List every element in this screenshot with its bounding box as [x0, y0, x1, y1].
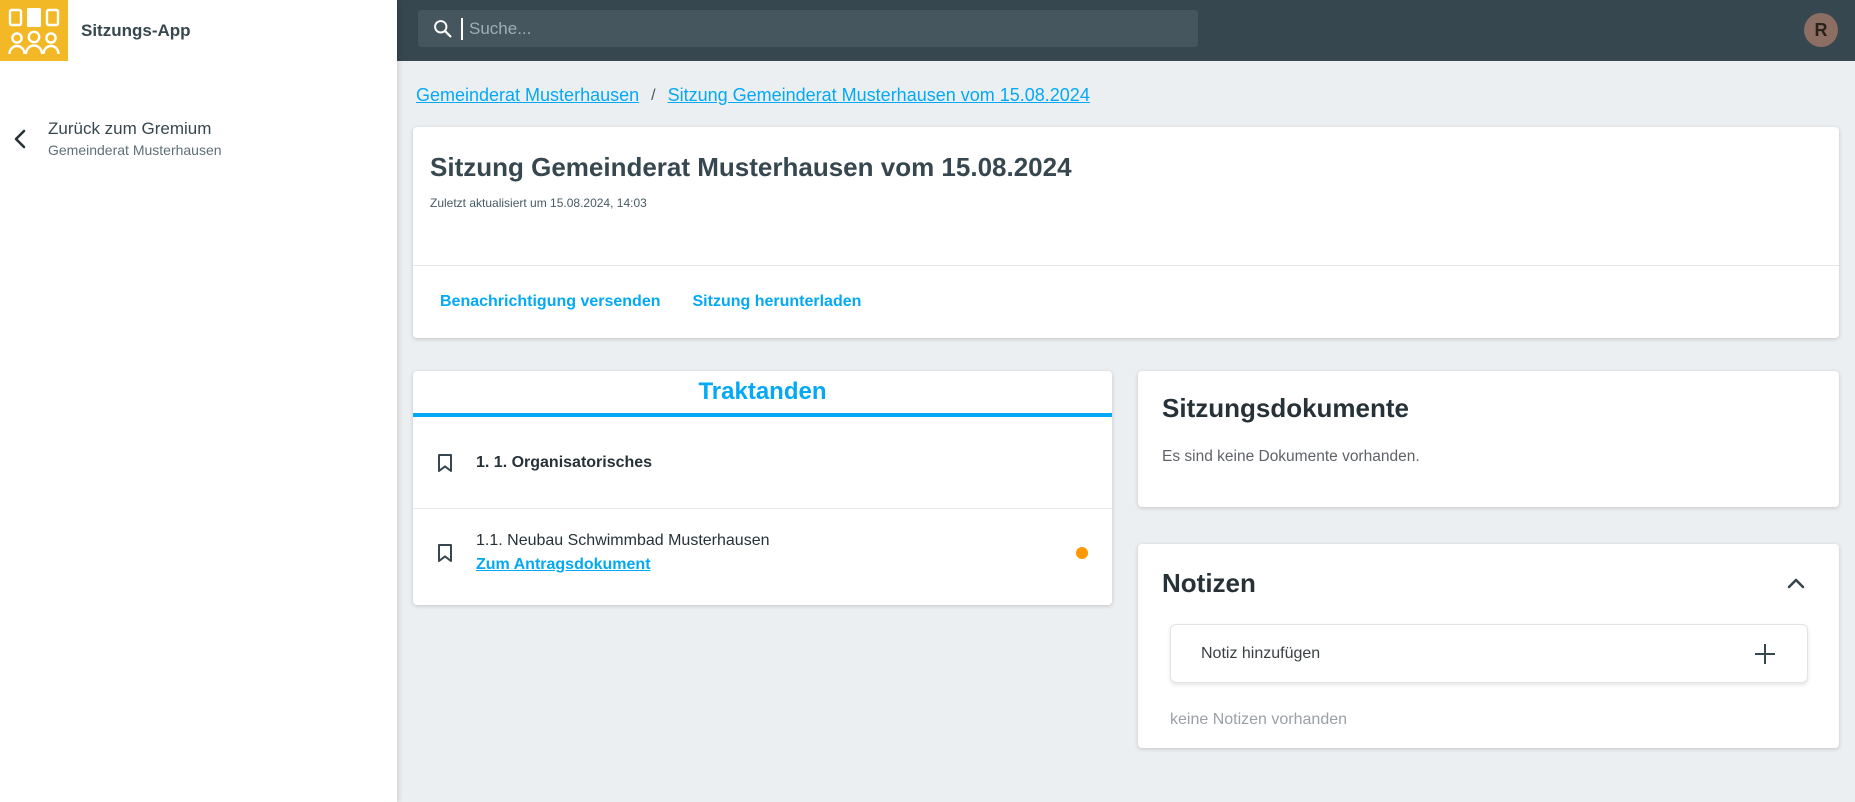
download-session-button[interactable]: Sitzung herunterladen [693, 293, 862, 311]
notes-panel: Notizen Notiz hinzufügen keine Notizen v… [1138, 544, 1839, 748]
session-updated-timestamp: Zuletzt aktualisiert um 15.08.2024, 14:0… [430, 196, 647, 210]
documents-panel: Sitzungsdokumente Es sind keine Dokument… [1138, 371, 1839, 507]
agenda-item-title: 1.1. Neubau Schwimmbad Musterhausen [476, 531, 770, 549]
chevron-left-icon [8, 128, 32, 150]
back-nav-sublabel: Gemeinderat Musterhausen [48, 142, 222, 158]
search-input[interactable]: Suche... [418, 10, 1198, 47]
documents-empty-message: Es sind keine Dokumente vorhanden. [1162, 448, 1420, 465]
agenda-item-title: 1. 1. Organisatorisches [476, 453, 653, 471]
notes-header: Notizen [1162, 568, 1815, 599]
breadcrumb-link-sitzung[interactable]: Sitzung Gemeinderat Musterhausen vom 15.… [668, 85, 1090, 106]
session-title: Sitzung Gemeinderat Musterhausen vom 15.… [430, 152, 1072, 182]
top-bar: Suche... R [397, 0, 1855, 61]
search-icon [432, 18, 453, 39]
bookmark-icon [437, 543, 453, 563]
back-nav-label: Zurück zum Gremium [48, 119, 212, 138]
sidebar-back-nav[interactable]: Zurück zum Gremium Gemeinderat Musterhau… [0, 113, 397, 164]
antragsdokument-link[interactable]: Zum Antragsdokument [476, 556, 770, 574]
send-notification-button[interactable]: Benachrichtigung versenden [440, 293, 661, 311]
breadcrumb-separator: / [651, 86, 656, 104]
app-title: Sitzungs-App [81, 20, 191, 40]
documents-title: Sitzungsdokumente [1162, 393, 1410, 423]
agenda-title: Traktanden [698, 378, 827, 405]
avatar[interactable]: R [1804, 13, 1838, 47]
notes-title: Notizen [1162, 568, 1256, 598]
sidebar-header: Sitzungs-App [0, 0, 397, 61]
plus-icon[interactable] [1753, 642, 1777, 666]
agenda-panel: Traktanden 1. 1. Organisatorisches 1.1. … [413, 371, 1112, 605]
agenda-tab[interactable]: Traktanden [413, 371, 1112, 417]
agenda-item-neubau-schwimmbad[interactable]: 1.1. Neubau Schwimmbad Musterhausen Zum … [413, 509, 1112, 596]
notes-empty-message: keine Notizen vorhanden [1170, 711, 1348, 728]
app-logo-icon[interactable] [0, 0, 68, 61]
collapse-notes-button[interactable] [1787, 578, 1805, 589]
agenda-item-organisatorisches[interactable]: 1. 1. Organisatorisches [413, 417, 1112, 509]
search-placeholder: Suche... [469, 18, 532, 38]
session-card: Sitzung Gemeinderat Musterhausen vom 15.… [413, 127, 1839, 338]
bookmark-icon [437, 453, 453, 473]
main-content: Gemeinderat Musterhausen / Sitzung Gemei… [397, 61, 1855, 802]
sidebar: Sitzungs-App Zurück zum Gremium Gemeinde… [0, 0, 397, 802]
session-actions: Benachrichtigung versenden Sitzung herun… [413, 265, 1839, 338]
add-note-label: Notiz hinzufügen [1201, 644, 1321, 662]
breadcrumb-link-gremium[interactable]: Gemeinderat Musterhausen [416, 85, 639, 106]
breadcrumb: Gemeinderat Musterhausen / Sitzung Gemei… [416, 85, 1090, 106]
add-note-input[interactable]: Notiz hinzufügen [1170, 624, 1808, 683]
unread-indicator-dot [1076, 546, 1088, 559]
text-caret [461, 17, 463, 40]
